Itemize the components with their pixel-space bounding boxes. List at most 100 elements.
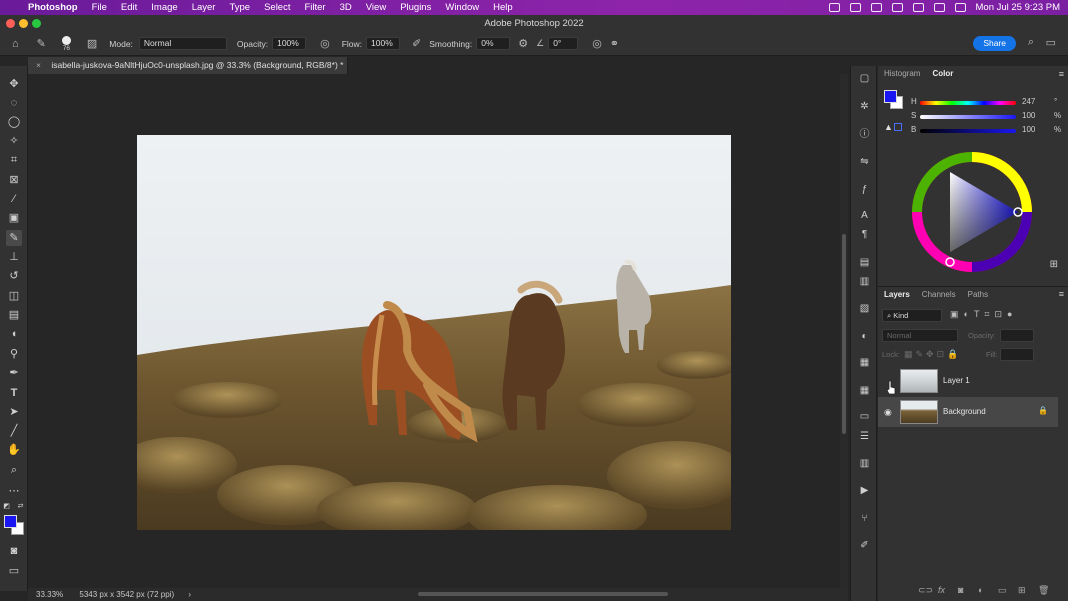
layer-filter-select[interactable]: ⌕ Kind	[882, 309, 942, 322]
share-button[interactable]: Share	[973, 36, 1016, 51]
airbrush-icon[interactable]: ✐	[412, 37, 421, 50]
canvas-area[interactable]	[28, 74, 840, 588]
layer-opacity-input[interactable]	[1000, 329, 1034, 342]
character-icon[interactable]: A	[858, 209, 871, 222]
opacity-input[interactable]: 100%	[272, 37, 307, 50]
angle-input[interactable]: 0°	[548, 37, 579, 50]
zoom-level[interactable]: 33.33%	[36, 590, 63, 599]
horizontal-scroll-thumb[interactable]	[418, 592, 668, 596]
websafe-color-icon[interactable]	[894, 123, 902, 131]
battery-icon[interactable]	[912, 3, 924, 12]
delete-layer-icon[interactable]: 🗑	[1038, 585, 1049, 596]
foreground-color-swatch[interactable]	[4, 515, 17, 528]
zoom-window-icon[interactable]	[32, 19, 41, 28]
menu-window[interactable]: Window	[445, 2, 479, 13]
line-tool-icon[interactable]: ╱	[6, 423, 22, 439]
lasso-tool-icon[interactable]: ◯	[6, 114, 22, 130]
brightness-slider[interactable]: B 100 %	[908, 125, 1068, 137]
grid-panel-icon[interactable]: ▦	[858, 384, 871, 397]
quick-selection-tool-icon[interactable]: ✧	[6, 133, 22, 149]
menu-help[interactable]: Help	[493, 2, 513, 13]
edit-toolbar-icon[interactable]: ⋯	[6, 483, 22, 499]
brush-settings-icon[interactable]: ▨	[87, 37, 97, 50]
hue-value[interactable]: 247	[1022, 97, 1052, 106]
color-circle-icon[interactable]: ◐	[858, 330, 871, 343]
layers-panel-menu-icon[interactable]: ≡	[1059, 289, 1064, 299]
path-selection-tool-icon[interactable]: ➤	[6, 404, 22, 420]
tool-presets-icon[interactable]: ⑂	[858, 512, 871, 525]
brush-size-picker[interactable]: 76	[61, 35, 71, 52]
control-center-icon[interactable]	[954, 3, 966, 12]
mode-select[interactable]: Normal	[138, 37, 227, 50]
menubar-clock[interactable]: Mon Jul 25 9:23 PM	[976, 2, 1061, 13]
tab-histogram[interactable]: Histogram	[884, 66, 920, 82]
screen-record-icon[interactable]	[828, 3, 840, 12]
new-group-icon[interactable]: ▭	[998, 585, 1007, 596]
tab-layers[interactable]: Layers	[884, 287, 910, 302]
libraries-icon[interactable]: ƒ	[858, 183, 871, 196]
brushes-icon[interactable]: ✐	[858, 539, 871, 552]
move-tool-icon[interactable]: ✥	[6, 76, 22, 92]
dropbox-icon[interactable]	[870, 3, 882, 12]
pressure-size-icon[interactable]: ◎	[592, 37, 602, 50]
status-menu-chevron-icon[interactable]: ›	[188, 590, 191, 599]
add-mask-icon[interactable]: ◙	[958, 585, 963, 595]
brightness-track[interactable]	[920, 129, 1016, 133]
clone-stamp-tool-icon[interactable]: ⊥	[6, 249, 22, 265]
menu-filter[interactable]: Filter	[304, 2, 325, 13]
history-icon[interactable]: ▧	[858, 302, 871, 315]
search-icon[interactable]: ⌕	[1028, 36, 1034, 49]
history-brush-tool-icon[interactable]: ↺	[6, 268, 22, 284]
brightness-value[interactable]: 100	[1022, 125, 1052, 134]
dodge-tool-icon[interactable]: ⚲	[6, 346, 22, 362]
blend-mode-select[interactable]: Normal	[882, 329, 958, 342]
new-layer-icon[interactable]: ⊞	[1018, 585, 1026, 596]
channels-icon[interactable]: ▥	[858, 457, 871, 470]
layer-row-layer-1[interactable]: Layer 1	[878, 366, 1058, 396]
close-window-icon[interactable]	[6, 19, 15, 28]
layer-name[interactable]: Background	[943, 407, 986, 416]
wifi-icon[interactable]	[891, 3, 903, 12]
gradients-icon[interactable]: ▭	[858, 410, 871, 423]
comments-icon[interactable]: ▢	[858, 72, 871, 85]
layer-comps-icon[interactable]: ☰	[858, 430, 871, 443]
saturation-track[interactable]	[920, 115, 1016, 119]
menu-select[interactable]: Select	[264, 2, 290, 13]
vertical-scrollbar[interactable]	[840, 74, 848, 588]
navigator-icon[interactable]: ✲	[858, 100, 871, 113]
menu-type[interactable]: Type	[229, 2, 250, 13]
eraser-tool-icon[interactable]: ◫	[6, 288, 22, 304]
pen-tool-icon[interactable]: ✒	[6, 365, 22, 381]
quick-mask-icon[interactable]: ◙	[6, 543, 22, 559]
menu-file[interactable]: File	[92, 2, 107, 13]
smoothing-input[interactable]: 0%	[476, 37, 511, 50]
paragraph-icon[interactable]: ¶	[858, 228, 871, 241]
layer-visibility-icon[interactable]: ◉	[884, 407, 894, 417]
crop-tool-icon[interactable]: ⌗	[6, 152, 22, 168]
gradient-tool-icon[interactable]: ▤	[6, 307, 22, 323]
swatches-icon[interactable]: ▦	[858, 356, 871, 369]
menu-view[interactable]: View	[366, 2, 386, 13]
tab-paths[interactable]: Paths	[968, 287, 988, 302]
marquee-tool-icon[interactable]: ◌	[6, 95, 22, 111]
fill-input[interactable]	[1000, 348, 1034, 361]
hue-slider[interactable]: H 247 °	[908, 97, 1068, 109]
search-icon[interactable]	[933, 3, 945, 12]
type-tool-icon[interactable]: T	[6, 385, 22, 401]
menu-image[interactable]: Image	[151, 2, 177, 13]
tab-channels[interactable]: Channels	[922, 287, 956, 302]
healing-brush-tool-icon[interactable]: ▣	[6, 210, 22, 226]
vertical-scroll-thumb[interactable]	[842, 234, 846, 434]
eyedropper-tool-icon[interactable]: ⁄	[6, 191, 22, 207]
menu-plugins[interactable]: Plugins	[400, 2, 431, 13]
workspace-icon[interactable]: ▭	[1046, 36, 1056, 49]
tab-color[interactable]: Color	[932, 66, 953, 82]
gamut-warning-icon[interactable]: ▲	[884, 122, 893, 132]
saturation-slider[interactable]: S 100 %	[908, 111, 1068, 123]
layer-lock-icon[interactable]: 🔒	[1038, 406, 1048, 415]
link-layers-icon[interactable]: ⊂⊃	[918, 585, 933, 596]
saturation-value[interactable]: 100	[1022, 111, 1052, 120]
adjustment-layer-icon[interactable]: ◐	[978, 585, 983, 595]
smoothing-gear-icon[interactable]: ⚙	[518, 37, 528, 50]
brush-tool-icon[interactable]: ✎	[6, 230, 22, 246]
